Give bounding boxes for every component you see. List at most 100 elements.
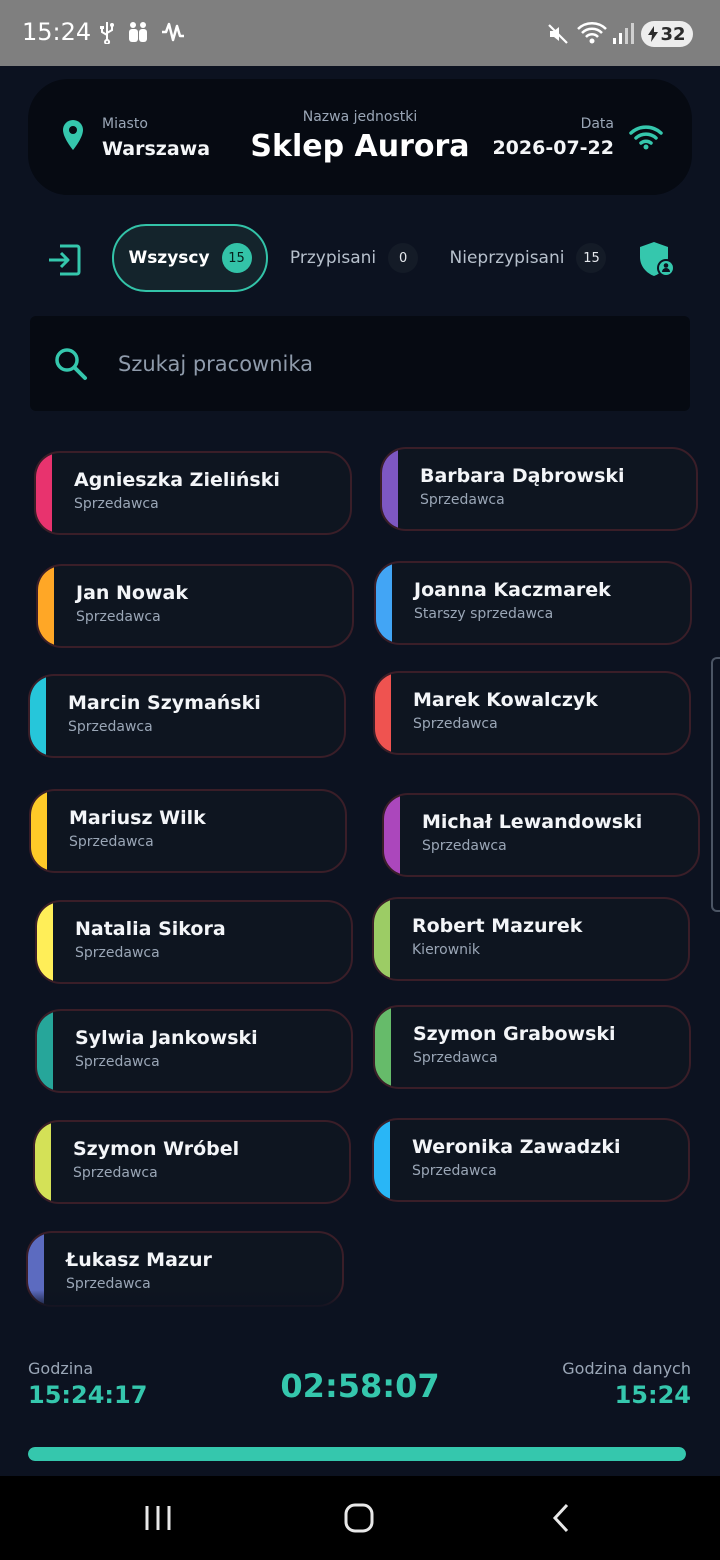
employee-name: Joanna Kaczmarek [414, 579, 611, 601]
data-time-value: 15:24 [614, 1381, 691, 1409]
search-box [30, 316, 690, 411]
employee-card[interactable]: Szymon Grabowski Sprzedawca [373, 1005, 691, 1089]
admin-shield-button[interactable] [636, 240, 678, 280]
employee-card[interactable]: Szymon Wróbel Sprzedawca [33, 1120, 351, 1204]
tab-unassigned-count: 15 [576, 243, 607, 273]
employee-name: Marek Kowalczyk [413, 689, 598, 711]
employee-color-bar [37, 902, 53, 982]
employee-color-bar [382, 449, 398, 529]
charging-icon [648, 26, 659, 42]
employee-name: Natalia Sikora [75, 918, 226, 940]
employee-card[interactable]: Joanna Kaczmarek Starszy sprzedawca [374, 561, 692, 645]
employee-card[interactable]: Sylwia Jankowski Sprzedawca [35, 1009, 353, 1093]
employee-card[interactable]: Barbara Dąbrowski Sprzedawca [380, 447, 698, 531]
employee-color-bar [37, 1011, 53, 1091]
mute-icon [548, 24, 568, 44]
search-icon [55, 348, 87, 380]
date-label: Data [580, 116, 614, 132]
employee-role: Sprzedawca [75, 1054, 160, 1070]
employee-role: Sprzedawca [412, 1163, 497, 1179]
tab-unassigned[interactable]: Nieprzypisani 15 [440, 224, 616, 292]
tab-all-label: Wszyscy [128, 248, 210, 268]
employee-name: Robert Mazurek [412, 915, 583, 937]
progress-fill [28, 1447, 686, 1461]
header-card: Miasto Warszawa Nazwa jednostki Sklep Au… [28, 79, 692, 195]
employee-color-bar [374, 1120, 390, 1200]
employee-role: Sprzedawca [76, 609, 161, 625]
edge-panel-handle[interactable] [711, 657, 720, 912]
wifi-connection-icon [629, 125, 663, 150]
list-fade [0, 1290, 720, 1310]
data-time-label: Godzina danych [562, 1359, 691, 1378]
employee-card[interactable]: Mariusz Wilk Sprzedawca [29, 789, 347, 873]
employee-color-bar [376, 563, 392, 643]
status-bar: 15:24 32 [0, 0, 720, 66]
battery-indicator: 32 [641, 21, 693, 47]
employee-color-bar [375, 1007, 391, 1087]
employee-name: Szymon Wróbel [73, 1138, 240, 1160]
employee-card[interactable]: Robert Mazurek Kierownik [372, 897, 690, 981]
employee-role: Sprzedawca [73, 1165, 158, 1181]
employee-name: Mariusz Wilk [69, 807, 206, 829]
status-time: 15:24 [22, 18, 92, 46]
tab-assigned[interactable]: Przypisani 0 [280, 224, 428, 292]
teams-icon [129, 22, 147, 42]
back-button[interactable] [541, 1498, 581, 1538]
home-button[interactable] [339, 1498, 379, 1538]
employee-name: Jan Nowak [76, 582, 188, 604]
employee-role: Sprzedawca [74, 496, 159, 512]
logout-button[interactable] [44, 240, 84, 280]
tab-all-count: 15 [221, 243, 252, 273]
usb-icon [100, 22, 114, 44]
employee-role: Sprzedawca [413, 716, 498, 732]
employee-card[interactable]: Marcin Szymański Sprzedawca [28, 674, 346, 758]
employee-name: Łukasz Mazur [66, 1249, 212, 1271]
progress-bar [28, 1447, 686, 1461]
employee-name: Michał Lewandowski [422, 811, 643, 833]
employee-card[interactable]: Weronika Zawadzki Sprzedawca [372, 1118, 690, 1202]
employee-card[interactable]: Marek Kowalczyk Sprzedawca [373, 671, 691, 755]
employee-role: Sprzedawca [68, 719, 153, 735]
logout-icon [49, 244, 81, 276]
tab-all[interactable]: Wszyscy 15 [112, 224, 268, 292]
recent-apps-button[interactable] [138, 1498, 178, 1538]
employee-card[interactable]: Natalia Sikora Sprzedawca [35, 900, 353, 984]
employee-color-bar [31, 791, 47, 871]
search-input[interactable] [118, 316, 658, 411]
employee-color-bar [375, 673, 391, 753]
employee-role: Sprzedawca [422, 838, 507, 854]
employee-role: Sprzedawca [413, 1050, 498, 1066]
recent-apps-icon [145, 1506, 171, 1530]
employee-name: Agnieszka Zieliński [74, 469, 280, 491]
employee-color-bar [38, 566, 54, 646]
home-icon [344, 1503, 374, 1533]
employee-card[interactable]: Michał Lewandowski Sprzedawca [382, 793, 700, 877]
activity-icon [162, 22, 184, 42]
tab-assigned-count: 0 [388, 243, 419, 273]
employee-card[interactable]: Agnieszka Zieliński Sprzedawca [34, 451, 352, 535]
employee-role: Sprzedawca [75, 945, 160, 961]
employee-role: Starszy sprzedawca [414, 606, 554, 622]
employee-color-bar [30, 676, 46, 756]
date-value: 2026-07-22 [492, 137, 614, 159]
employee-role: Sprzedawca [69, 834, 154, 850]
tab-assigned-label: Przypisani [289, 248, 377, 268]
wifi-status-icon [577, 22, 607, 44]
employee-color-bar [374, 899, 390, 979]
employee-name: Szymon Grabowski [413, 1023, 616, 1045]
shield-user-icon [640, 242, 675, 277]
signal-icon [613, 23, 634, 44]
employee-name: Sylwia Jankowski [75, 1027, 258, 1049]
employee-name: Barbara Dąbrowski [420, 465, 625, 487]
employee-color-bar [36, 453, 52, 533]
back-icon [552, 1503, 569, 1533]
employee-name: Marcin Szymański [68, 692, 261, 714]
employee-color-bar [35, 1122, 51, 1202]
tab-unassigned-label: Nieprzypisani [449, 248, 565, 268]
employee-color-bar [384, 795, 400, 875]
employee-name: Weronika Zawadzki [412, 1136, 621, 1158]
system-nav-bar [0, 1476, 720, 1560]
employee-card[interactable]: Jan Nowak Sprzedawca [36, 564, 354, 648]
employee-role: Sprzedawca [420, 492, 505, 508]
employee-role: Kierownik [412, 942, 481, 958]
